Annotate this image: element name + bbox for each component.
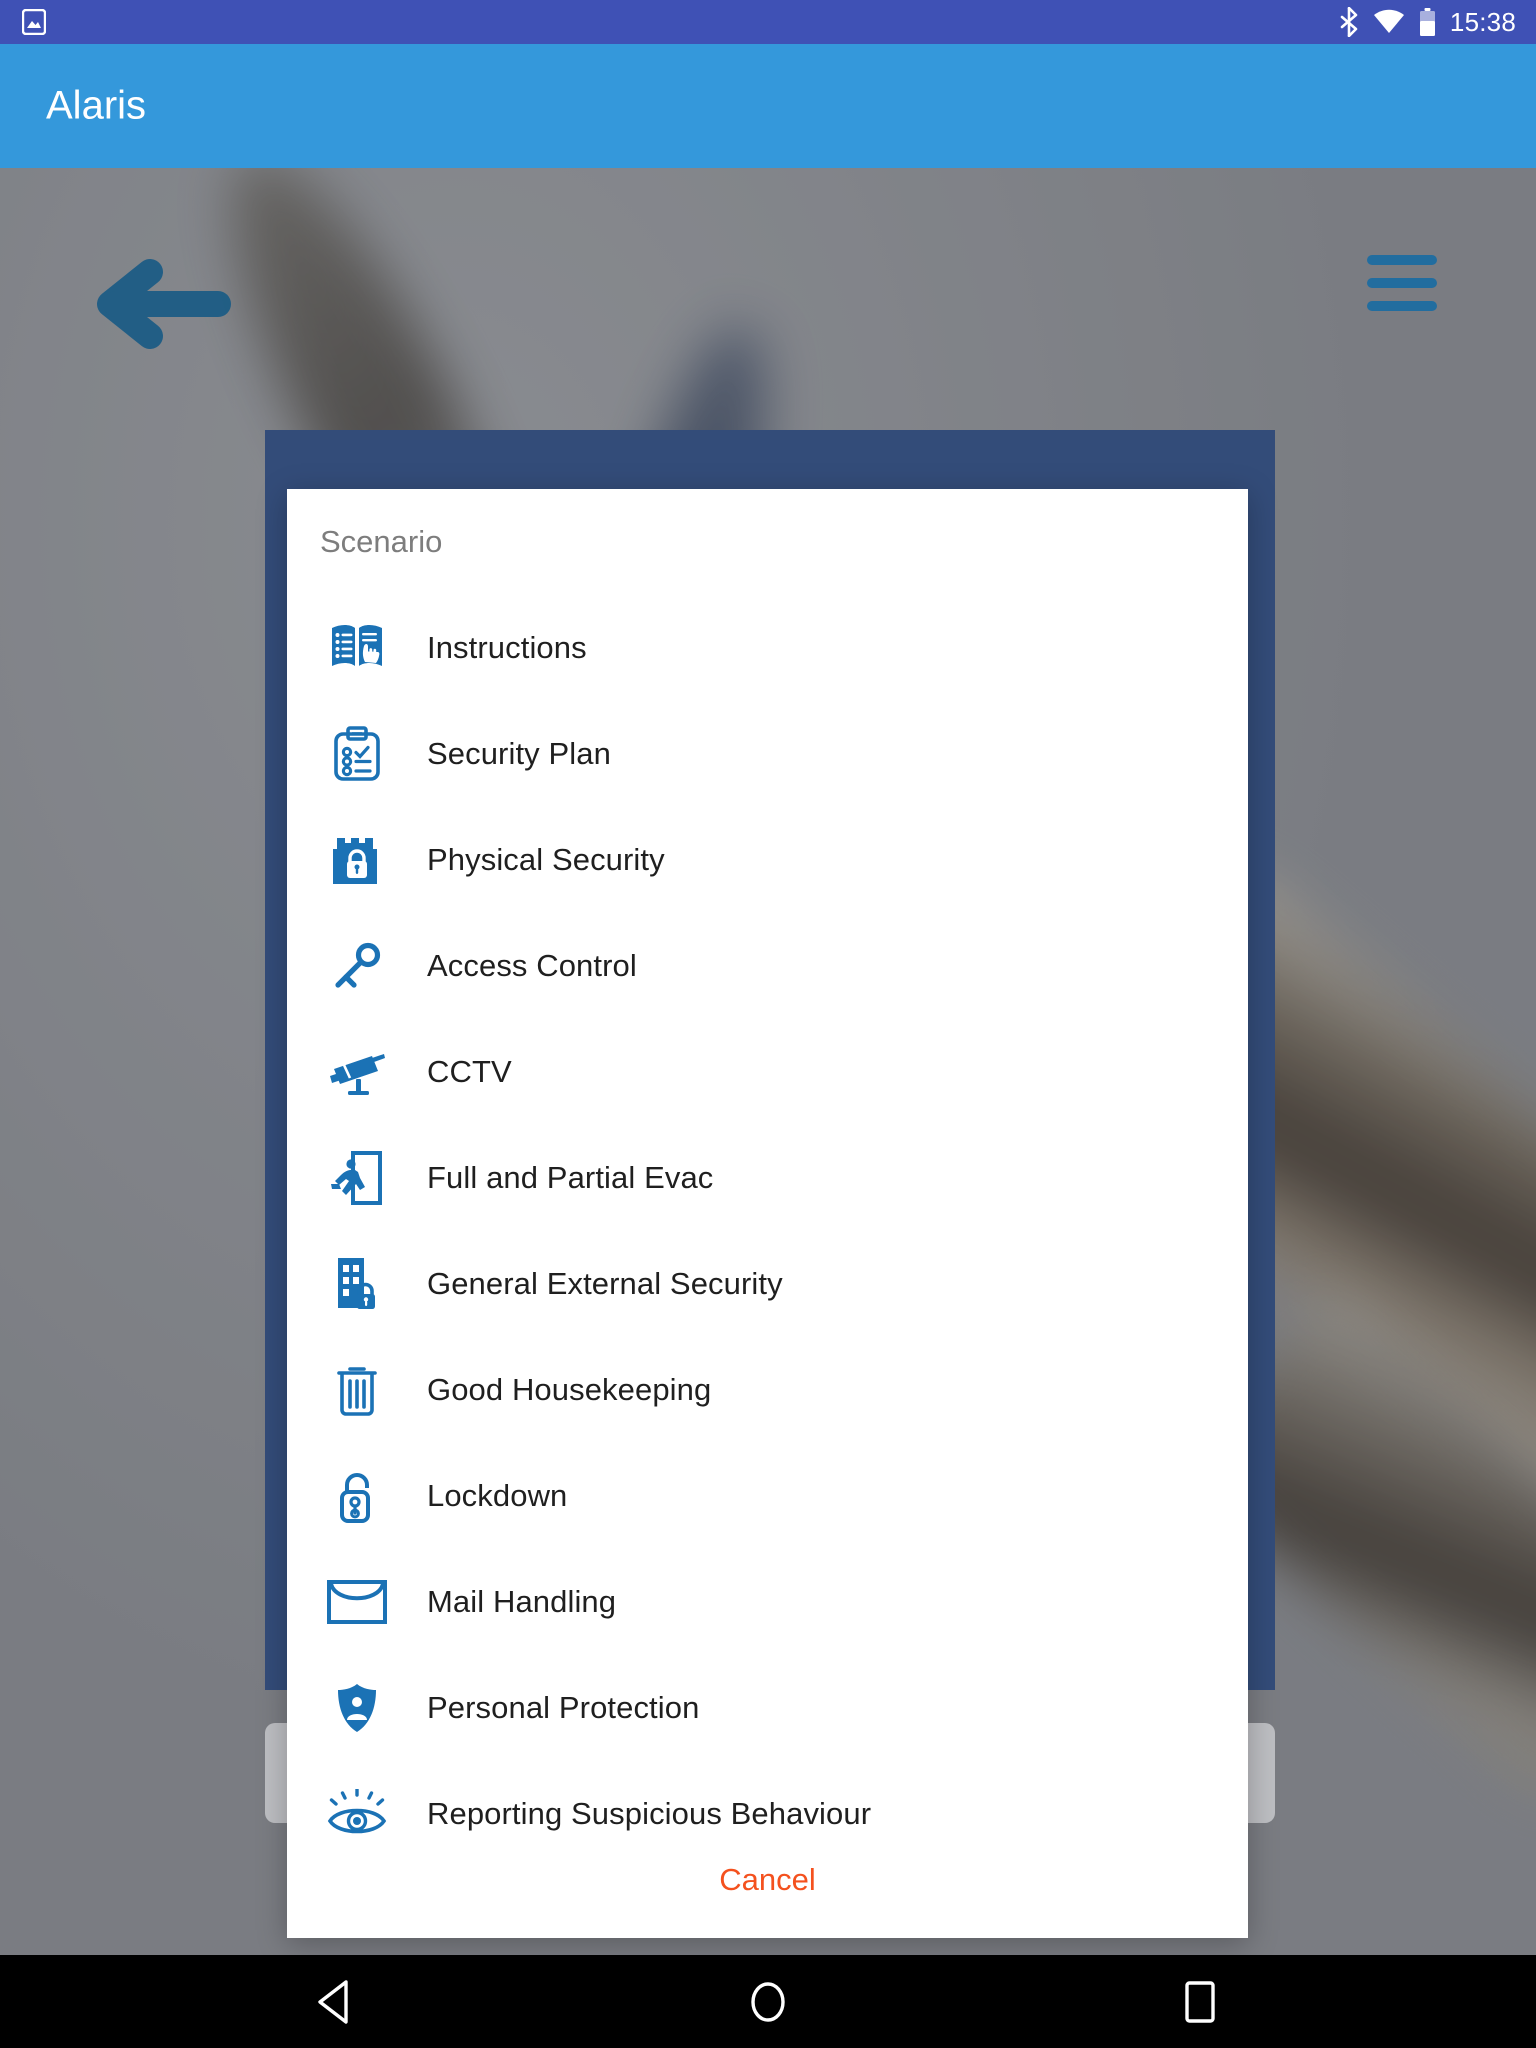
list-item-label: General External Security	[427, 1266, 783, 1301]
cctv-camera-icon	[287, 1049, 427, 1095]
system-nav-bar	[0, 1955, 1536, 2048]
app-bar: Alaris	[0, 44, 1536, 168]
list-item-label: Physical Security	[427, 842, 665, 877]
list-item-security-plan[interactable]: Security Plan	[287, 701, 1248, 807]
list-item-cctv[interactable]: CCTV	[287, 1019, 1248, 1125]
recents-square-icon[interactable]	[1160, 1962, 1240, 2042]
list-item-good-housekeeping[interactable]: Good Housekeeping	[287, 1337, 1248, 1443]
list-item-label: Personal Protection	[427, 1690, 700, 1725]
wifi-icon	[1373, 9, 1404, 33]
clipboard-checklist-icon	[287, 726, 427, 782]
home-circle-icon[interactable]	[728, 1962, 808, 2042]
list-item-label: Full and Partial Evac	[427, 1160, 714, 1195]
back-triangle-icon[interactable]	[296, 1962, 376, 2042]
list-item-general-external-security[interactable]: General External Security	[287, 1231, 1248, 1337]
open-book-hand-icon	[287, 622, 427, 674]
list-item-label: CCTV	[427, 1054, 512, 1089]
cancel-button[interactable]: Cancel	[713, 1861, 822, 1899]
back-arrow-icon[interactable]	[92, 250, 232, 358]
list-item-full-and-partial-evac[interactable]: Full and Partial Evac	[287, 1125, 1248, 1231]
list-item-label: Good Housekeeping	[427, 1372, 712, 1407]
dialog-actions: Cancel	[287, 1822, 1248, 1938]
list-item-label: Mail Handling	[427, 1584, 617, 1619]
list-item-label: Access Control	[427, 948, 637, 983]
building-lock-icon	[287, 1256, 427, 1312]
key-icon	[287, 938, 427, 994]
list-item-instructions[interactable]: Instructions	[287, 595, 1248, 701]
list-item-mail-handling[interactable]: Mail Handling	[287, 1549, 1248, 1655]
scenario-list: Instructions Security Plan Physical Secu…	[287, 595, 1248, 1867]
status-bar-clock: 15:38	[1449, 6, 1516, 37]
envelope-icon	[287, 1579, 427, 1625]
list-item-lockdown[interactable]: Lockdown	[287, 1443, 1248, 1549]
list-item-physical-security[interactable]: Physical Security	[287, 807, 1248, 913]
list-item-label: Instructions	[427, 630, 587, 665]
open-padlock-icon	[287, 1468, 427, 1524]
list-item-access-control[interactable]: Access Control	[287, 913, 1248, 1019]
hamburger-menu-icon[interactable]	[1367, 255, 1437, 311]
list-item-label: Security Plan	[427, 736, 611, 771]
battery-icon	[1419, 8, 1435, 36]
list-item-label: Lockdown	[427, 1478, 568, 1513]
bluetooth-icon	[1340, 7, 1358, 37]
image-notification-icon	[22, 9, 46, 35]
shield-person-icon	[287, 1682, 427, 1734]
page-title: Alaris	[46, 83, 147, 128]
dialog-title: Scenario	[320, 524, 443, 559]
running-exit-icon	[287, 1150, 427, 1206]
fortress-lock-icon	[287, 832, 427, 888]
status-bar: 15:38	[0, 0, 1536, 44]
trash-bin-icon	[287, 1362, 427, 1418]
scenario-dialog: Scenario Instructions Security Plan Phys…	[287, 489, 1248, 1938]
list-item-personal-protection[interactable]: Personal Protection	[287, 1655, 1248, 1761]
phone-screen: Scenario Instructions Security Plan Phys…	[0, 0, 1536, 2048]
